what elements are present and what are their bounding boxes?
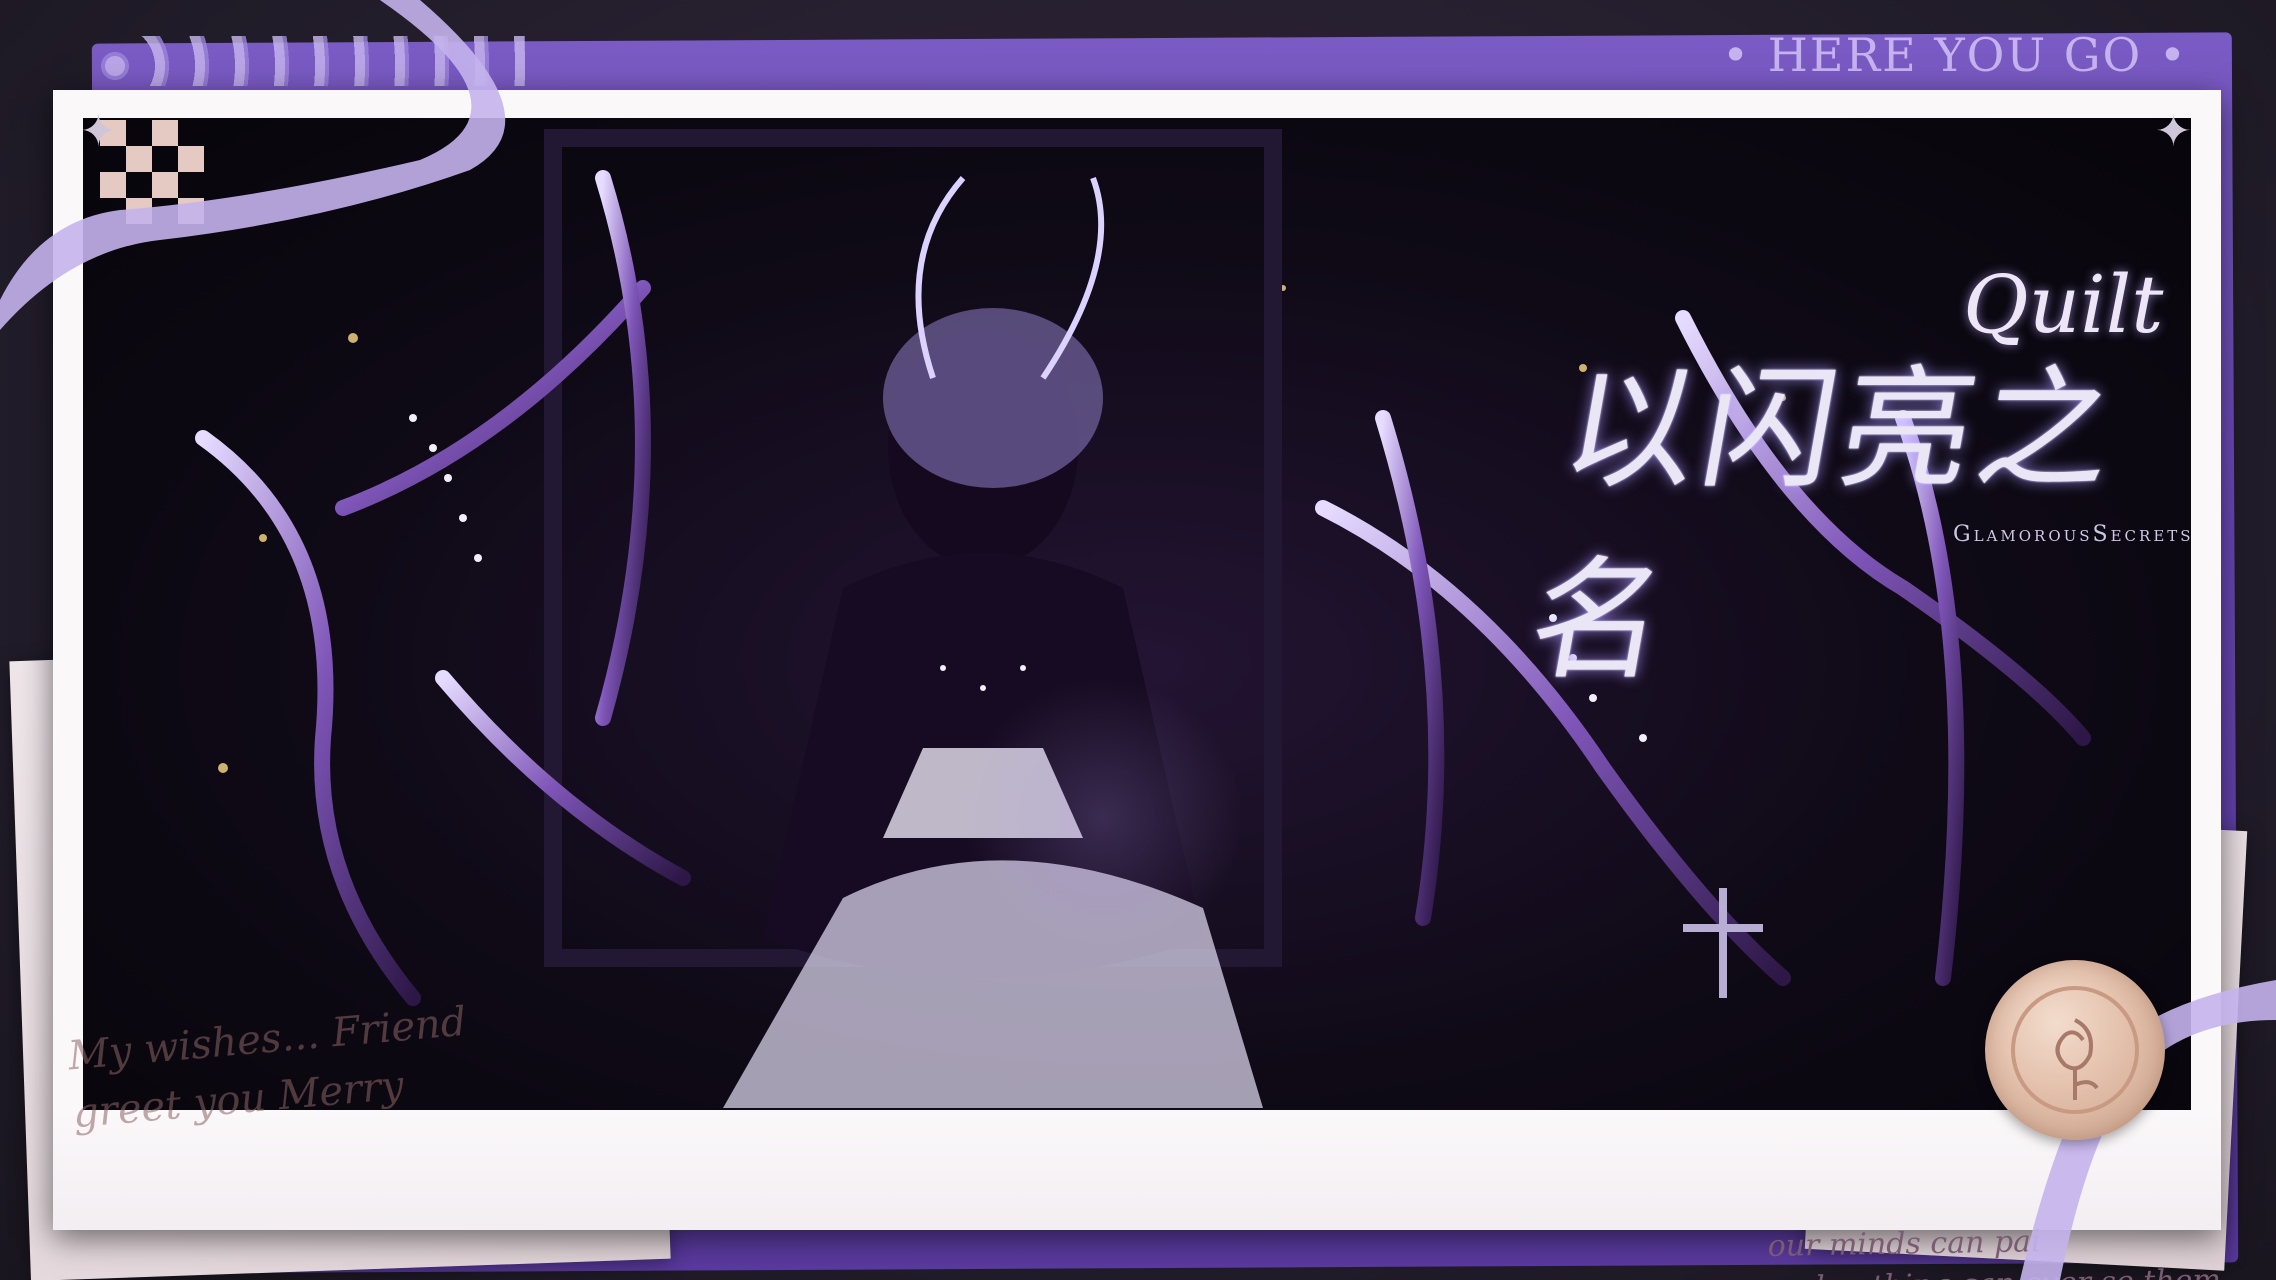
screen: • HERE YOU GO • Quilt 以闪亮之名 GlamorousSec…	[0, 0, 2276, 1280]
ribbon-decoration	[0, 0, 506, 330]
wax-seal-rose-icon	[1985, 960, 2165, 1140]
title-chinese: 以闪亮之名	[1518, 353, 2132, 698]
sparkle-star-icon: ✦	[2155, 106, 2192, 157]
title-subtitle: GlamorousSecrets	[1953, 522, 2191, 547]
frame-bottom	[53, 1110, 2221, 1230]
tagline: • HERE YOU GO •	[1722, 28, 2188, 82]
